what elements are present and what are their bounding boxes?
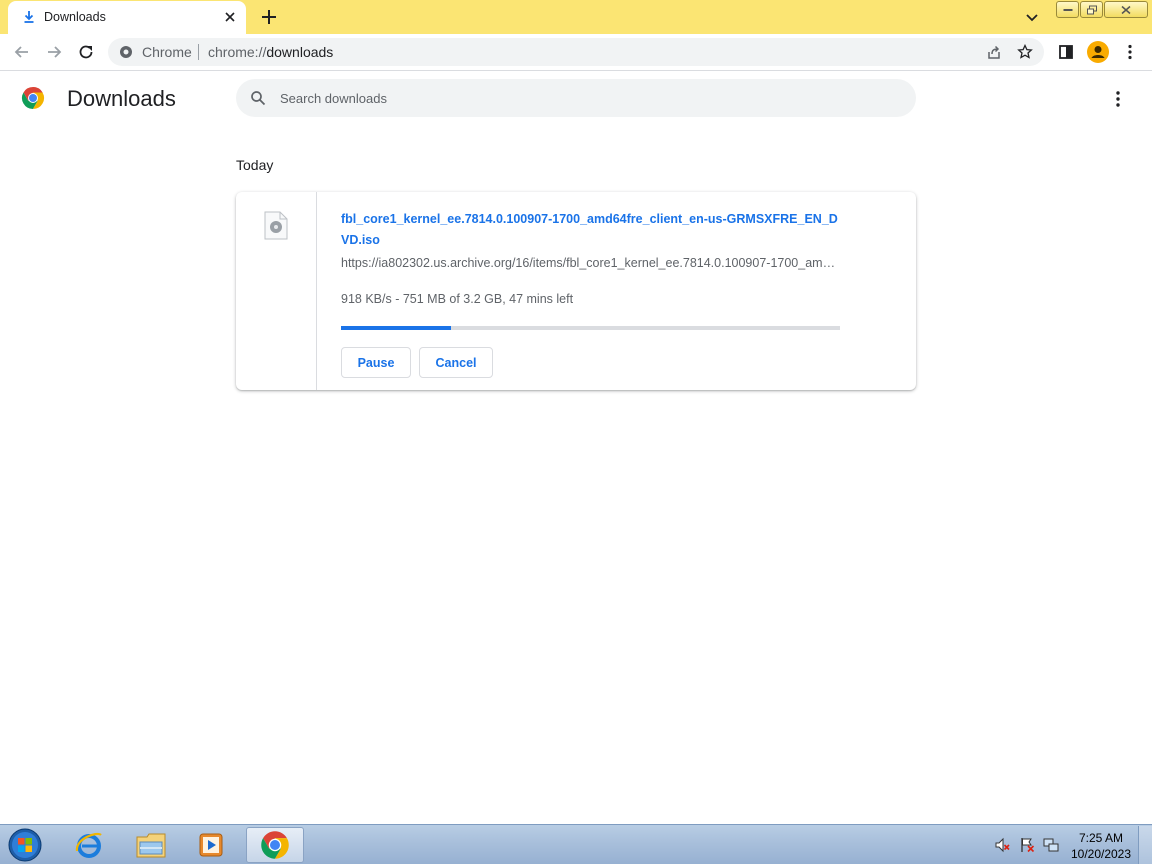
clock-time: 7:25 AM bbox=[1078, 831, 1124, 845]
chrome-icon bbox=[261, 831, 289, 859]
new-tab-button[interactable] bbox=[260, 8, 278, 26]
file-name-link[interactable]: fbl_core1_kernel_ee.7814.0.100907-1700_a… bbox=[341, 209, 841, 251]
taskbar-file-explorer[interactable] bbox=[124, 827, 178, 863]
search-icon bbox=[251, 91, 266, 106]
pause-button[interactable]: Pause bbox=[341, 347, 411, 378]
network-icon[interactable] bbox=[1043, 837, 1059, 853]
clock-date: 10/20/2023 bbox=[1070, 847, 1132, 861]
bookmark-star-icon[interactable] bbox=[1017, 44, 1033, 60]
source-url[interactable]: https://ia802302.us.archive.org/16/items… bbox=[341, 256, 841, 270]
taskbar-internet-explorer[interactable] bbox=[62, 827, 116, 863]
share-icon[interactable] bbox=[986, 44, 1002, 60]
tab-strip: Downloads bbox=[0, 0, 1152, 34]
browser-menu-icon[interactable] bbox=[1120, 42, 1140, 62]
url-host: downloads bbox=[266, 44, 334, 60]
restore-button[interactable] bbox=[1080, 1, 1103, 18]
show-desktop-button[interactable] bbox=[1138, 826, 1152, 864]
system-clock[interactable]: 7:25 AM 10/20/2023 bbox=[1066, 830, 1136, 862]
restore-icon bbox=[1086, 5, 1097, 14]
close-window-button[interactable] bbox=[1104, 1, 1148, 18]
download-status: 918 KB/s - 751 MB of 3.2 GB, 47 mins lef… bbox=[341, 292, 574, 306]
address-bar[interactable]: Chrome chrome://downloads bbox=[108, 38, 1044, 66]
page-title: Downloads bbox=[67, 86, 176, 111]
profile-avatar[interactable] bbox=[1087, 41, 1109, 63]
more-actions-icon[interactable] bbox=[1110, 90, 1126, 108]
forward-arrow-icon[interactable] bbox=[44, 42, 64, 62]
url-scheme: chrome:// bbox=[208, 44, 267, 60]
media-player-icon bbox=[199, 833, 223, 857]
chrome-site-icon bbox=[120, 46, 132, 58]
download-item-card: fbl_core1_kernel_ee.7814.0.100907-1700_a… bbox=[236, 192, 916, 390]
url-text: chrome://downloads bbox=[208, 44, 333, 60]
internet-explorer-icon bbox=[75, 832, 102, 858]
close-icon bbox=[1121, 5, 1131, 14]
search-box[interactable] bbox=[236, 79, 916, 117]
side-panel-icon[interactable] bbox=[1056, 42, 1076, 62]
minimize-button[interactable] bbox=[1056, 1, 1079, 18]
toolbar: Chrome chrome://downloads bbox=[0, 34, 1152, 71]
progress-bar-fill bbox=[341, 326, 451, 330]
chrome-logo bbox=[21, 87, 45, 109]
progress-bar bbox=[341, 326, 840, 330]
minimize-icon bbox=[1063, 8, 1072, 11]
file-explorer-icon bbox=[136, 833, 166, 858]
action-center-flag-icon[interactable] bbox=[1019, 837, 1035, 853]
cancel-button[interactable]: Cancel bbox=[419, 347, 493, 378]
tab-search-chevron-icon[interactable] bbox=[1024, 9, 1040, 25]
file-icon bbox=[264, 211, 288, 240]
reload-icon[interactable] bbox=[76, 42, 96, 62]
taskbar: 7:25 AM 10/20/2023 bbox=[0, 824, 1152, 864]
taskbar-media-player[interactable] bbox=[184, 827, 238, 863]
close-tab-icon[interactable] bbox=[222, 9, 238, 25]
omnibox-divider bbox=[198, 44, 199, 60]
tab-title: Downloads bbox=[44, 10, 106, 24]
card-divider bbox=[316, 192, 317, 390]
section-date-header: Today bbox=[236, 157, 274, 173]
volume-muted-icon[interactable] bbox=[994, 837, 1010, 853]
site-chip: Chrome bbox=[142, 44, 192, 60]
tab-downloads[interactable]: Downloads bbox=[8, 1, 246, 34]
search-input[interactable] bbox=[280, 79, 880, 117]
person-icon bbox=[1091, 46, 1105, 58]
taskbar-chrome[interactable] bbox=[246, 827, 304, 863]
start-button[interactable] bbox=[5, 827, 45, 863]
download-icon bbox=[24, 11, 34, 23]
back-arrow-icon[interactable] bbox=[12, 42, 32, 62]
